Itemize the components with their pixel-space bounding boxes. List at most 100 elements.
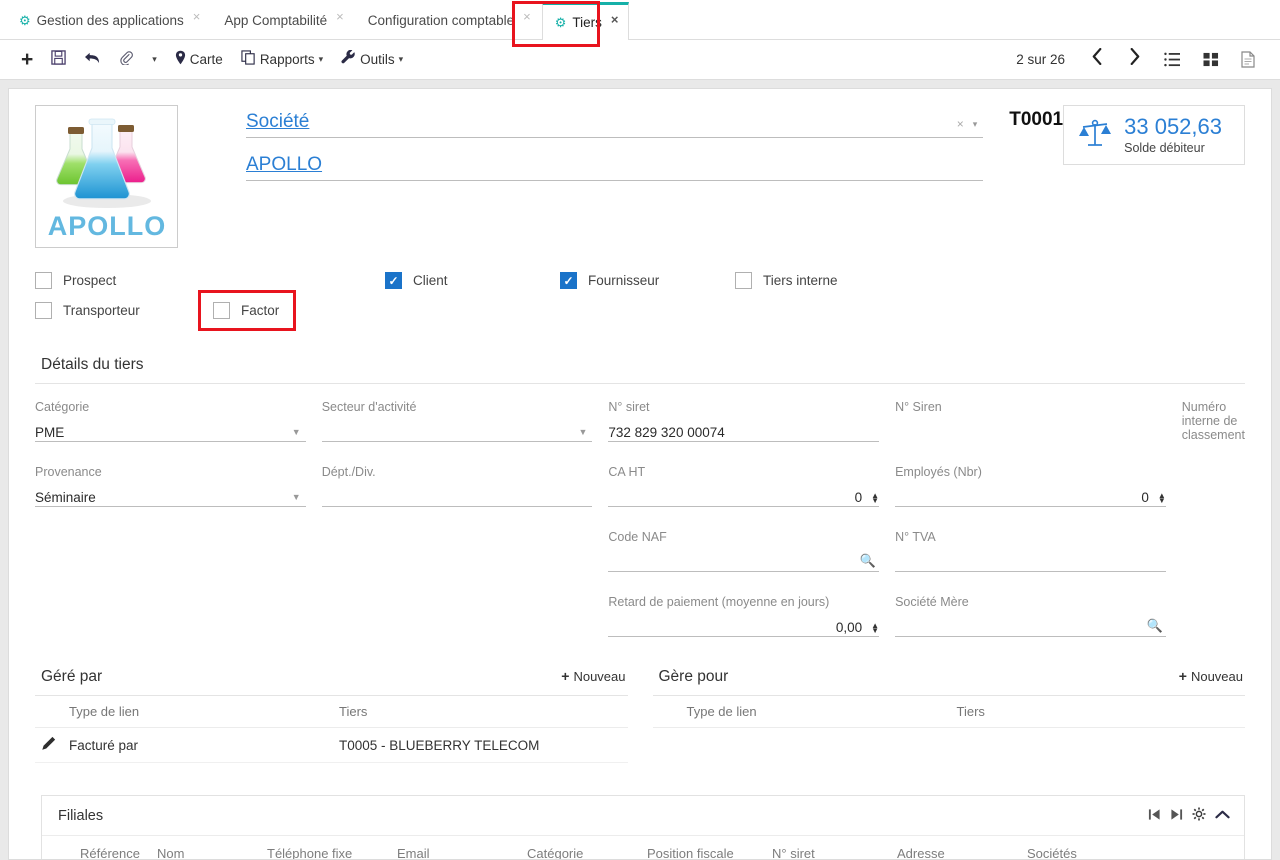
checkbox-prospect[interactable]: Prospect [35,272,385,289]
checkbox-tiers-interne[interactable]: Tiers interne [735,272,838,289]
company-type-value[interactable]: Société [246,111,309,133]
tab-tiers[interactable]: ⚙ Tiers × [541,2,630,40]
field-siret[interactable]: N° siret 732 829 320 00074 [608,400,880,442]
chevron-down-icon[interactable]: ▾ [973,119,978,130]
field-input[interactable] [895,421,1166,442]
field-input[interactable]: 732 829 320 00074 [608,421,880,442]
header-fields: Société × ▾ APOLLO [178,105,984,197]
clear-icon[interactable]: × [957,117,964,131]
search-icon[interactable]: 🔍 [1147,618,1163,634]
col-telephone-fixe: Téléphone fixe [267,836,397,859]
section-gere-par: Géré par + Nouveau Type de lien Tiers Fa… [35,668,628,763]
last-page-icon[interactable] [1170,808,1183,824]
field-retard-paiement[interactable]: Retard de paiement (moyenne en jours) 0,… [608,595,880,637]
reports-copy-icon [241,50,256,69]
field-input[interactable] [1182,448,1245,469]
number-stepper[interactable]: ▲ ▼ [1158,492,1166,505]
company-name-value[interactable]: APOLLO [246,154,322,176]
checkbox-box[interactable] [35,302,52,319]
field-input[interactable]: 0 ▲ ▼ [608,486,880,507]
field-input[interactable]: 🔍 [608,551,880,572]
rapports-button[interactable]: Rapports ▾ [232,45,332,75]
details-column-4: N° Siren Employés (Nbr) 0 ▲ ▼ N° TVA Soc… [895,384,1182,660]
field-societe-mere[interactable]: Société Mère 🔍 [895,595,1166,637]
pencil-icon[interactable] [41,736,56,754]
number-stepper[interactable]: ▲ ▼ [871,622,879,635]
gear-icon[interactable] [1192,807,1206,824]
field-input[interactable]: PME ▼ [35,421,306,442]
checkbox-box[interactable] [213,302,230,319]
checkbox-box[interactable]: ✓ [385,272,402,289]
checkbox-fournisseur[interactable]: ✓ Fournisseur [560,272,735,289]
collapse-chevron-up-icon[interactable] [1215,808,1230,823]
field-numero-interne[interactable]: Numéro interne de classement [1182,400,1245,469]
outils-button[interactable]: Outils ▾ [332,45,412,75]
balance-text-block: 33 052,63 Solde débiteur [1124,115,1222,154]
map-pin-icon [175,50,186,69]
checkbox-box[interactable] [35,272,52,289]
add-gere-pour-button[interactable]: + Nouveau [1179,668,1243,684]
field-dept-div[interactable]: Dépt./Div. [321,465,593,507]
row-edit-cell[interactable] [35,727,69,763]
field-label: N° siret [608,400,650,414]
plus-icon: + [1178,668,1187,684]
field-input[interactable]: 0,00 ▲ ▼ [608,616,880,637]
checkbox-box[interactable]: ✓ [560,272,577,289]
save-button[interactable] [42,45,75,75]
field-input[interactable]: 🔍 [895,616,1166,637]
attach-button[interactable] [110,45,143,75]
company-type-field[interactable]: Société × ▾ [246,111,984,138]
col-position-fiscale: Position fiscale [647,836,772,859]
tab-gestion-des-applications[interactable]: ⚙ Gestion des applications × [6,1,211,39]
field-input[interactable] [895,551,1166,572]
tab-label: Configuration comptable [367,13,515,28]
chevron-down-icon[interactable]: ▼ [292,427,301,437]
field-employes[interactable]: Employés (Nbr) 0 ▲ ▼ [895,465,1166,507]
tab-configuration-comptable[interactable]: Configuration comptable × [355,1,542,39]
record-header: APOLLO Société × ▾ APOLLO T0001 33 052,6… [35,101,1245,248]
add-gere-par-button[interactable]: + Nouveau [561,668,625,684]
number-stepper[interactable]: ▲ ▼ [871,492,879,505]
first-page-icon[interactable] [1148,808,1161,824]
close-icon[interactable]: × [193,9,201,24]
checkbox-transporteur[interactable]: Transporteur [35,302,210,319]
field-tva[interactable]: N° TVA [895,530,1166,572]
close-icon[interactable]: × [336,9,344,24]
field-input[interactable] [321,486,593,507]
list-view-button[interactable] [1153,52,1192,67]
field-ca-ht[interactable]: CA HT 0 ▲ ▼ [608,465,880,507]
chevron-down-icon[interactable]: ▼ [292,492,301,502]
carte-button[interactable]: Carte [166,45,232,75]
cell-type-de-lien: Facturé par [69,727,339,763]
undo-button[interactable] [75,45,110,75]
table-row[interactable]: Facturé par T0005 - BLUEBERRY TELECOM [35,727,628,763]
checkbox-factor[interactable]: Factor [198,290,297,331]
rapports-label: Rapports [259,52,315,67]
checkbox-client[interactable]: ✓ Client [385,272,560,289]
field-input[interactable]: 0 ▲ ▼ [895,486,1166,507]
balance-label: Solde débiteur [1124,140,1205,155]
grid-view-button[interactable] [1192,52,1230,67]
previous-record-button[interactable] [1079,47,1116,71]
grid-icon [1203,52,1219,67]
field-siren[interactable]: N° Siren [895,400,1166,442]
field-input[interactable]: ▼ [321,421,593,442]
close-icon[interactable]: × [611,12,619,27]
next-record-button[interactable] [1116,47,1153,71]
checkbox-box[interactable] [735,272,752,289]
plus-icon: + [561,668,570,684]
field-provenance[interactable]: Provenance Séminaire ▼ [35,465,306,507]
new-button[interactable]: + [12,45,42,75]
field-input[interactable]: Séminaire ▼ [35,486,306,507]
field-categorie[interactable]: Catégorie PME ▼ [35,400,306,442]
more-actions-button[interactable]: ▾ [143,45,166,75]
company-name-field[interactable]: APOLLO [246,154,984,181]
chevron-down-icon[interactable]: ▼ [578,427,587,437]
close-icon[interactable]: × [523,9,531,24]
field-secteur-activite[interactable]: Secteur d'activité ▼ [321,400,593,442]
panel-title-filiales: Filiales [58,807,104,824]
search-icon[interactable]: 🔍 [860,553,876,569]
form-view-button[interactable] [1230,51,1266,68]
field-code-naf[interactable]: Code NAF 🔍 [608,530,880,572]
tab-app-comptabilite[interactable]: App Comptabilité × [211,1,354,39]
